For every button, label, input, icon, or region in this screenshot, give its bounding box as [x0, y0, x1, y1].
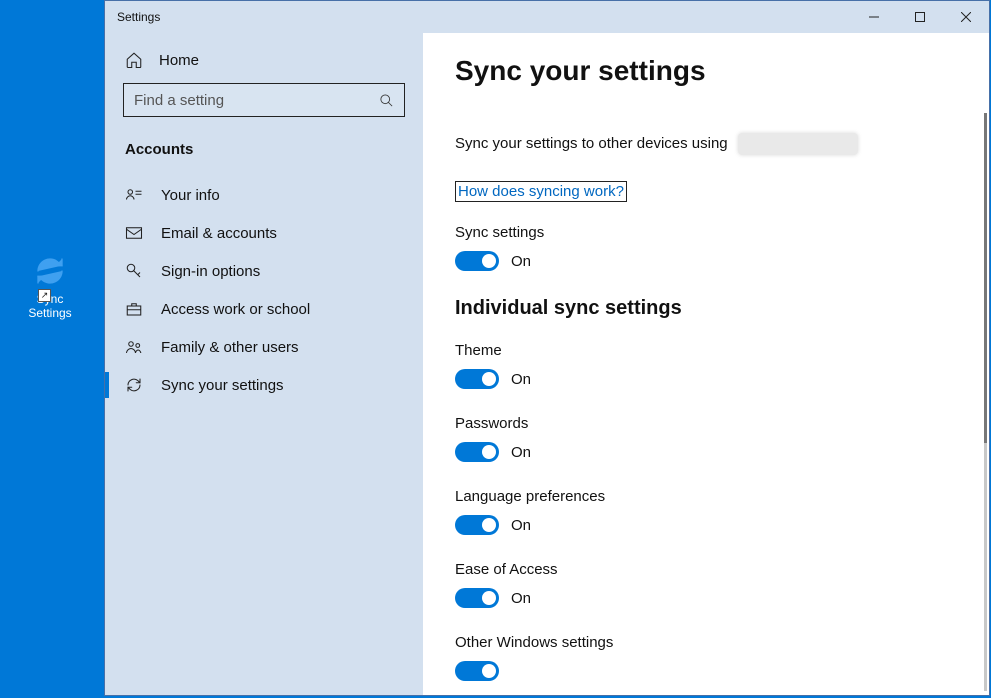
sidebar-item-your-info[interactable]: Your info [123, 176, 405, 214]
sidebar-item-access-work-school[interactable]: Access work or school [123, 290, 405, 328]
account-name-redacted [738, 133, 858, 155]
maximize-button[interactable] [897, 1, 943, 33]
language-toggle[interactable] [455, 515, 499, 535]
close-button[interactable] [943, 1, 989, 33]
sync-settings-toggle-label: Sync settings [455, 224, 989, 241]
passwords-toggle-label: Passwords [455, 415, 989, 432]
other-windows-settings-toggle-label: Other Windows settings [455, 634, 989, 651]
sidebar-item-label: Your info [161, 187, 220, 204]
sync-description: Sync your settings to other devices usin… [455, 133, 989, 155]
sidebar-item-label: Sign-in options [161, 263, 260, 280]
language-toggle-state: On [511, 517, 531, 534]
titlebar: Settings [105, 1, 989, 33]
theme-toggle-label: Theme [455, 342, 989, 359]
other-windows-settings-toggle[interactable] [455, 661, 499, 681]
search-icon [379, 93, 394, 108]
sidebar-item-sync-settings[interactable]: Sync your settings [123, 366, 405, 404]
mail-icon [125, 224, 143, 242]
minimize-button[interactable] [851, 1, 897, 33]
sync-icon [34, 255, 66, 287]
ease-of-access-toggle-label: Ease of Access [455, 561, 989, 578]
scrollbar-thumb[interactable] [984, 113, 987, 443]
help-link-syncing[interactable]: How does syncing work? [455, 181, 627, 202]
sidebar-item-email-accounts[interactable]: Email & accounts [123, 214, 405, 252]
sidebar-item-signin-options[interactable]: Sign-in options [123, 252, 405, 290]
shortcut-overlay-icon: ↗ [38, 289, 51, 302]
person-card-icon [125, 186, 143, 204]
people-icon [125, 338, 143, 356]
content-area: Sync your settings Sync your settings to… [423, 33, 989, 695]
search-input-container[interactable] [123, 83, 405, 117]
page-title: Sync your settings [455, 55, 989, 87]
sync-settings-toggle-state: On [511, 253, 531, 270]
sidebar-item-label: Email & accounts [161, 225, 277, 242]
briefcase-icon [125, 300, 143, 318]
ease-of-access-toggle[interactable] [455, 588, 499, 608]
desktop-shortcut-sync-settings[interactable]: ↗ Sync Settings [20, 255, 80, 320]
passwords-toggle[interactable] [455, 442, 499, 462]
home-label: Home [159, 52, 199, 69]
sync-settings-toggle[interactable] [455, 251, 499, 271]
sync-icon [125, 376, 143, 394]
sidebar-item-label: Family & other users [161, 339, 299, 356]
home-icon [125, 51, 143, 69]
ease-of-access-toggle-state: On [511, 590, 531, 607]
sidebar-item-label: Sync your settings [161, 377, 284, 394]
search-input[interactable] [134, 92, 379, 109]
theme-toggle-state: On [511, 371, 531, 388]
sidebar-section-heading: Accounts [123, 141, 405, 158]
settings-window: Settings Home Accounts Your info Email &… [104, 0, 990, 696]
theme-toggle[interactable] [455, 369, 499, 389]
language-toggle-label: Language preferences [455, 488, 989, 505]
key-icon [125, 262, 143, 280]
sidebar-item-label: Access work or school [161, 301, 310, 318]
passwords-toggle-state: On [511, 444, 531, 461]
sidebar: Home Accounts Your info Email & accounts… [105, 33, 423, 695]
individual-sync-heading: Individual sync settings [455, 297, 989, 320]
window-title: Settings [117, 10, 851, 24]
sidebar-item-family-users[interactable]: Family & other users [123, 328, 405, 366]
home-button[interactable]: Home [123, 47, 405, 83]
